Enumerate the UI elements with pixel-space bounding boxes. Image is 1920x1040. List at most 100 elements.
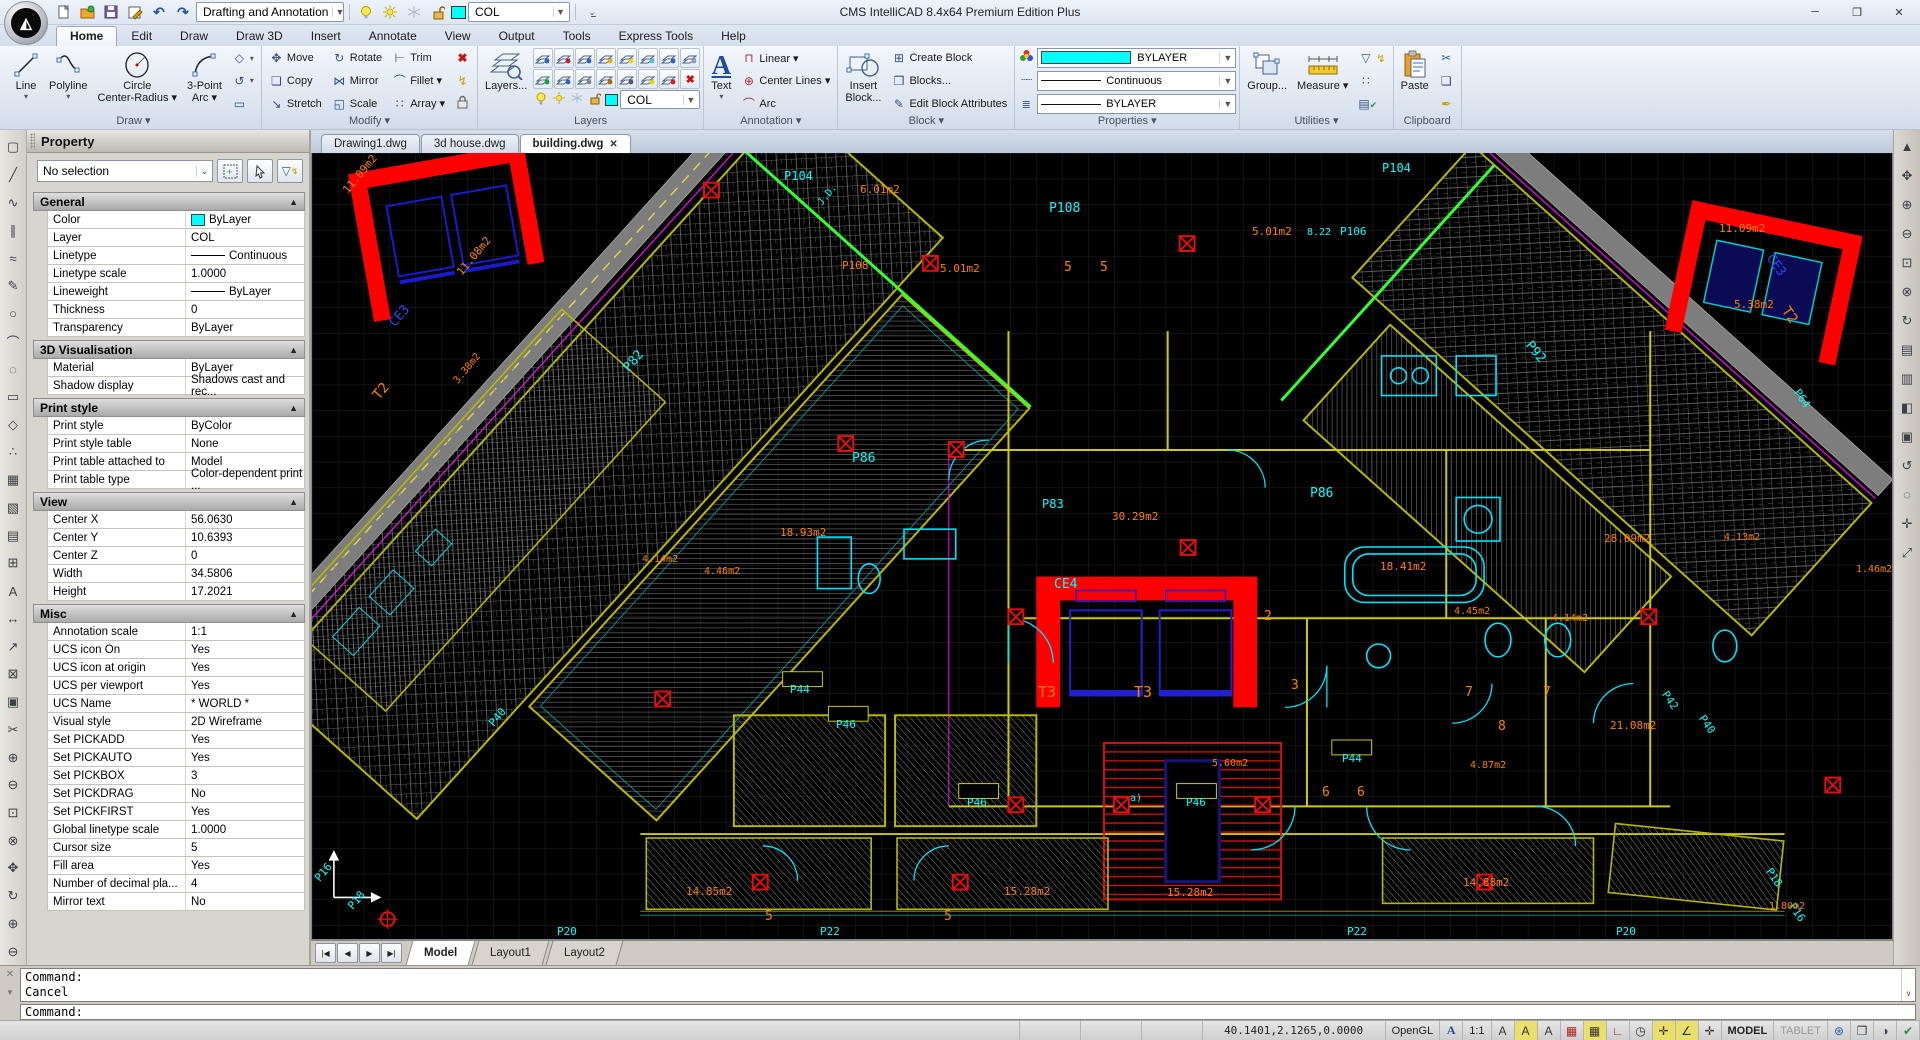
tablet-button[interactable]: TABLET <box>1774 1021 1828 1040</box>
layer-unlock-icon[interactable] <box>427 2 449 23</box>
annotation-visibility-icon[interactable]: A <box>1492 1021 1515 1040</box>
three-point-arc-button[interactable]: 3-Point Arc ▾ <box>183 47 226 115</box>
expand-history-icon[interactable]: ▼ <box>6 988 14 997</box>
linetype-dropdown[interactable]: Continuous ▼ <box>1037 71 1236 91</box>
property-value[interactable]: Yes <box>186 644 304 656</box>
copy-button[interactable]: ❏Copy <box>265 70 326 92</box>
property-value[interactable]: ByColor <box>186 420 304 432</box>
layout-nav-button[interactable]: ▶ <box>359 943 380 963</box>
ribbon-tab-insert[interactable]: Insert <box>297 26 355 46</box>
property-value[interactable]: ByLayer <box>186 322 304 334</box>
customize-toolbar-icon[interactable]: ⌄̲ <box>581 2 603 23</box>
select-tool-icon[interactable]: ▢ <box>1 134 25 161</box>
snap-icon[interactable]: ▦ <box>1561 1021 1584 1040</box>
layer-delete-icon[interactable]: ✖ <box>680 69 700 89</box>
model-canvas[interactable]: P104P104J.D.P108P1085.01m25.01m28.22P106… <box>311 153 1893 940</box>
property-row[interactable]: Set PICKDRAGNo <box>47 785 305 803</box>
orbit-tool-icon[interactable]: ↻ <box>1 883 25 910</box>
sketch-tool-icon[interactable]: ✎ <box>1 273 25 300</box>
property-section-header[interactable]: View▲ <box>33 492 305 511</box>
close-document-icon[interactable]: ✕ <box>609 139 617 150</box>
zoom-in-view-icon[interactable]: ⊕ <box>1895 191 1919 218</box>
spline-tool-icon[interactable]: ≈ <box>1 245 25 272</box>
coordinate-readout[interactable]: 40.1401,2.1265,0.0000 <box>1203 1021 1386 1040</box>
property-value[interactable]: Shadows cast and rec... <box>186 374 304 398</box>
property-row[interactable]: Width34.5806 <box>47 565 305 583</box>
copy-clip-button[interactable]: ❏ <box>1435 70 1458 92</box>
save-icon[interactable] <box>100 2 122 23</box>
polar-icon[interactable]: ◷ <box>1630 1021 1653 1040</box>
layer-thaw-sun-icon[interactable] <box>551 92 567 107</box>
done-check-icon[interactable]: ✔ <box>1897 1021 1920 1040</box>
property-value[interactable]: No <box>186 896 304 908</box>
iso-view-icon[interactable]: ◧ <box>1895 394 1919 421</box>
line-button[interactable]: Line▾ <box>9 47 43 115</box>
layer-selector[interactable]: COL ▼ <box>468 2 570 22</box>
scroll-up-icon[interactable]: ▲ <box>1895 133 1919 160</box>
model-space-button[interactable]: MODEL <box>1722 1021 1775 1040</box>
circle-center-radius-button[interactable]: Circle Center-Radius ▾ <box>94 47 182 115</box>
lineweight-dropdown[interactable]: BYLAYER ▼ <box>1037 94 1236 114</box>
layer-freeze-icon[interactable] <box>569 92 585 107</box>
property-value[interactable]: 1.0000 <box>186 268 304 280</box>
stretch-button[interactable]: ↘Stretch <box>265 93 326 115</box>
rectangle-tool-icon[interactable]: ▭ <box>1 384 25 411</box>
dimension-tool-icon[interactable]: ↔ <box>1 605 25 632</box>
scale-button[interactable]: ◱Scale <box>328 93 386 115</box>
zoom-out-view-icon[interactable]: ⊖ <box>1895 220 1919 247</box>
maximize-button[interactable]: ❐ <box>1836 0 1878 24</box>
property-row[interactable]: UCS icon OnYes <box>47 641 305 659</box>
text-button[interactable]: A Text▾ <box>707 47 735 115</box>
property-row[interactable]: Center Y10.6393 <box>47 529 305 547</box>
zoom-extents-view-icon[interactable]: ⊗ <box>1895 278 1919 305</box>
save-as-icon[interactable] <box>124 2 146 23</box>
arc-button[interactable]: ⌒Arc <box>737 93 834 115</box>
layer-tool-icon[interactable] <box>617 48 637 68</box>
property-value[interactable]: 4 <box>186 878 304 890</box>
blocks--button[interactable]: ❒Blocks... <box>887 70 1011 92</box>
clip-tool-icon[interactable]: ✂ <box>1 716 25 743</box>
property-value[interactable]: 56.0630 <box>186 514 304 526</box>
panel-caption-annotation[interactable]: Annotation ▾ <box>707 115 834 129</box>
layer-tool-icon[interactable] <box>680 48 700 68</box>
property-row[interactable]: LineweightByLayer <box>47 283 305 301</box>
property-value[interactable]: Yes <box>186 662 304 674</box>
array-button[interactable]: ∷Array ▾ <box>388 93 449 115</box>
property-value[interactable]: Model <box>186 456 304 468</box>
property-row[interactable]: Print style tableNone <box>47 435 305 453</box>
explode-button[interactable]: ↯ <box>451 70 474 92</box>
workspace-selector[interactable]: Drafting and Annotation ▼ <box>196 2 344 22</box>
minimize-button[interactable]: ─ <box>1794 0 1836 24</box>
select-objects-icon[interactable] <box>247 159 273 183</box>
erase-button[interactable]: ✖ <box>451 47 474 69</box>
layout-tab-layout2[interactable]: Layout2 <box>546 941 624 965</box>
redo-icon[interactable]: ↷ <box>172 2 194 23</box>
ribbon-tab-draw-3d[interactable]: Draw 3D <box>222 26 297 46</box>
property-value[interactable]: 0 <box>186 304 304 316</box>
center-lines-button[interactable]: ⊕Center Lines ▾ <box>737 70 834 92</box>
ribbon-tab-help[interactable]: Help <box>707 26 760 46</box>
block-tool-icon[interactable]: ⊠ <box>1 661 25 688</box>
leader-tool-icon[interactable]: ↗ <box>1 633 25 660</box>
layers-explorer-button[interactable]: Layers... <box>481 47 531 115</box>
panel-caption-layers[interactable]: Layers <box>481 115 700 129</box>
property-row[interactable]: Shadow displayShadows cast and rec... <box>47 377 305 395</box>
property-row[interactable]: Set PICKBOX3 <box>47 767 305 785</box>
redraw-icon[interactable]: ◌ <box>1895 481 1919 508</box>
property-row[interactable]: Visual style2D Wireframe <box>47 713 305 731</box>
magnifier-plus-icon[interactable]: ⊕ <box>1 911 25 938</box>
table-tool-icon[interactable]: ⊞ <box>1 550 25 577</box>
layout-tab-model[interactable]: Model <box>406 941 476 965</box>
property-value[interactable]: Yes <box>186 734 304 746</box>
property-value[interactable]: ByLayer <box>186 214 304 226</box>
settings-gear-icon[interactable]: ⊛ <box>1828 1021 1851 1040</box>
property-row[interactable]: Set PICKFIRSTYes <box>47 803 305 821</box>
property-palette-title[interactable]: Property <box>27 130 309 153</box>
edit-block-attributes-button[interactable]: ✎Edit Block Attributes <box>887 93 1011 115</box>
image-tool-icon[interactable]: ▣ <box>1 689 25 716</box>
polygon-button[interactable]: ◇▾ <box>228 47 258 69</box>
group-button[interactable]: Group... <box>1243 47 1291 115</box>
property-value[interactable]: Yes <box>186 752 304 764</box>
polygon-tool-icon[interactable]: ◇ <box>1 411 25 438</box>
ribbon-tab-output[interactable]: Output <box>485 26 549 46</box>
